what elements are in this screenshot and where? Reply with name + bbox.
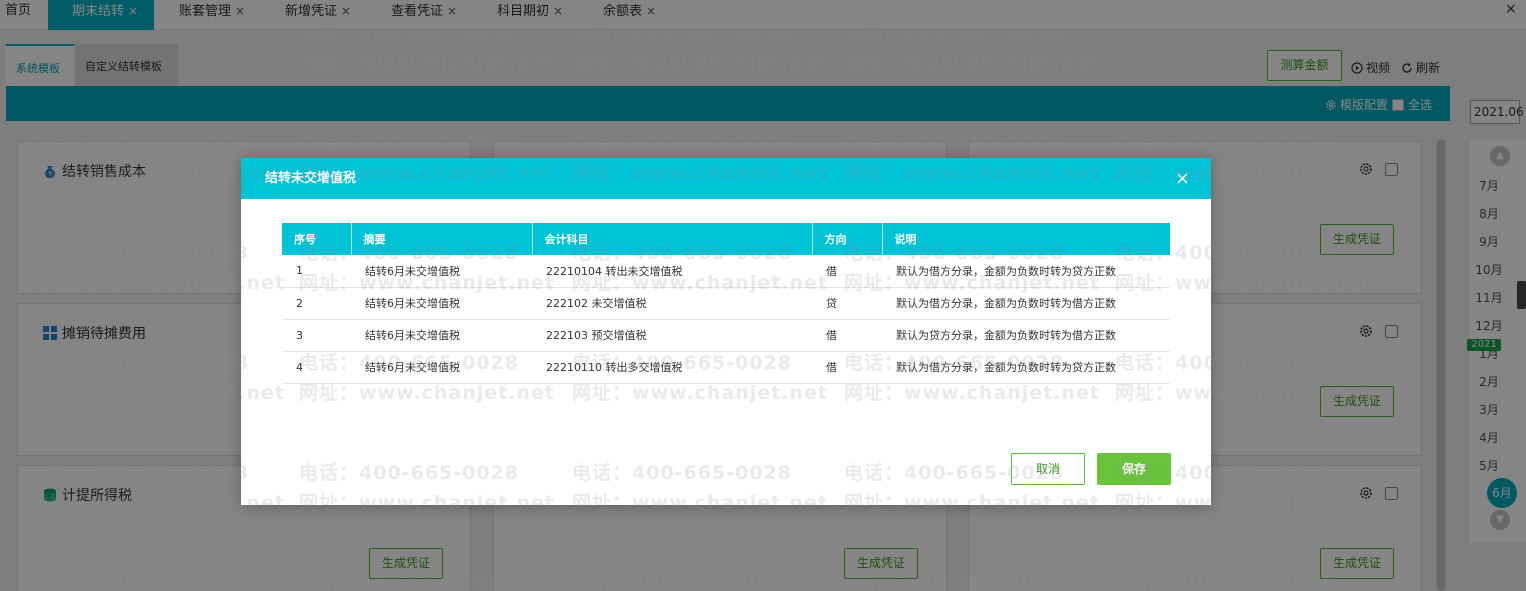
table-row[interactable]: 2 结转6月未交增值税 222102 未交增值税 贷 默认为借方分录，金额为负数… (282, 287, 1170, 320)
cell-direction: 贷 (812, 287, 882, 320)
save-button[interactable]: 保存 (1097, 453, 1171, 485)
voucher-entry-table: 序号 摘要 会计科目 方向 说明 1 结转6月未交增值税 22210104 转出… (282, 223, 1170, 384)
cell-note: 默认为借方分录，金额为负数时转为贷方正数 (882, 255, 1170, 288)
cell-direction: 借 (812, 255, 882, 288)
cell-direction: 借 (812, 351, 882, 384)
column-header: 摘要 (351, 223, 533, 255)
column-header: 方向 (812, 223, 883, 255)
cell-summary: 结转6月未交增值税 (351, 255, 532, 288)
cell-no: 1 (282, 255, 351, 288)
cell-no: 3 (282, 319, 351, 352)
cell-account: 222103 预交增值税 (532, 319, 812, 352)
vat-transfer-dialog: 结转未交增值税 × 序号 摘要 会计科目 方向 说明 1 结转6月未交增值税 2… (241, 158, 1211, 505)
column-header: 会计科目 (532, 223, 813, 255)
table-row[interactable]: 4 结转6月未交增值税 22210110 转出多交增值税 借 默认为借方分录，金… (282, 351, 1170, 384)
cell-summary: 结转6月未交增值税 (351, 351, 532, 384)
table-row[interactable]: 1 结转6月未交增值税 22210104 转出未交增值税 借 默认为借方分录，金… (282, 255, 1170, 288)
table-row[interactable]: 3 结转6月未交增值税 222103 预交增值税 借 默认为贷方分录，金额为负数… (282, 319, 1170, 352)
cell-note: 默认为贷方分录，金额为负数时转为借方正数 (882, 319, 1170, 352)
cell-note: 默认为借方分录，金额为负数时转为借方正数 (882, 287, 1170, 320)
close-icon[interactable]: × (1175, 158, 1190, 199)
cell-account: 22210104 转出未交增值税 (532, 255, 812, 288)
cell-account: 222102 未交增值税 (532, 287, 812, 320)
table-header-row: 序号 摘要 会计科目 方向 说明 (282, 223, 1170, 255)
cell-direction: 借 (812, 319, 882, 352)
cell-account: 22210110 转出多交增值税 (532, 351, 812, 384)
cancel-button[interactable]: 取消 (1011, 453, 1085, 485)
cell-no: 2 (282, 287, 351, 320)
column-header: 序号 (282, 223, 352, 255)
column-header: 说明 (882, 223, 1170, 255)
cell-summary: 结转6月未交增值税 (351, 319, 532, 352)
cell-note: 默认为借方分录，金额为负数时转为贷方正数 (882, 351, 1170, 384)
dialog-title: 结转未交增值税 (265, 171, 357, 186)
cell-summary: 结转6月未交增值税 (351, 287, 532, 320)
dialog-header: 结转未交增值税 × (241, 158, 1211, 199)
cell-no: 4 (282, 351, 351, 384)
